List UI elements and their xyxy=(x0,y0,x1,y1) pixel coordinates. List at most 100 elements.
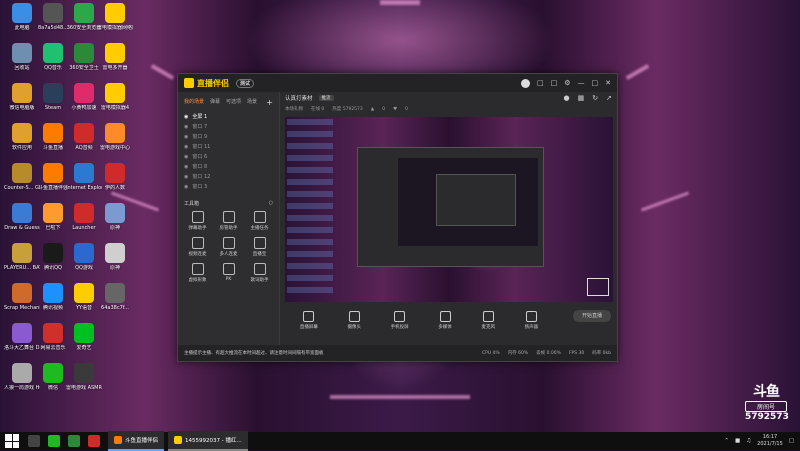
scene-item[interactable]: ◉ 窗口 3 xyxy=(184,182,273,192)
tab-my-scenes[interactable]: 我的场景 xyxy=(184,98,204,107)
volume-icon[interactable]: ♫ xyxy=(746,438,751,444)
refresh-icon[interactable]: ↻ xyxy=(592,94,598,102)
tab-scenes[interactable]: 场景 xyxy=(247,98,257,107)
browser-taskbar-icon[interactable] xyxy=(68,435,80,447)
scene-item[interactable]: ◉ 全屏 1 xyxy=(184,112,273,122)
douyu-companion-window[interactable]: 直播伴侣 测试 □ □ ⚙ — □ ✕ 我的场景 弹幕 可选项 场景 + ◉ 全屏… xyxy=(177,73,618,362)
camera-button[interactable]: 摄像头 xyxy=(347,310,361,330)
start-live-button[interactable]: 开始直播 xyxy=(573,310,611,322)
phone-cast-button[interactable]: 手机投屏 xyxy=(391,310,409,330)
desktop-icon[interactable]: 雷电模拟器4 xyxy=(97,83,133,111)
wechat-taskbar-icon[interactable] xyxy=(48,435,60,447)
stream-preview[interactable] xyxy=(285,117,613,302)
tool-live-treasure[interactable]: 直播宝 xyxy=(244,237,275,257)
taskbar-app-douyu[interactable]: 斗鱼直播伴侣 xyxy=(108,431,165,451)
tool-video-link[interactable]: 视频连麦 xyxy=(182,237,213,257)
app-taskbar-icon[interactable] xyxy=(88,435,100,447)
layout-icon[interactable]: ▦ xyxy=(578,94,585,102)
eye-icon[interactable]: ◉ xyxy=(184,182,188,192)
search-icon[interactable] xyxy=(28,435,40,447)
douyu-room-badge: 斗鱼 房间号 5792573 xyxy=(745,381,789,422)
tool-pk[interactable]: PK xyxy=(213,263,244,283)
title-bar: 直播伴侣 测试 □ □ ⚙ — □ ✕ xyxy=(178,74,617,92)
eye-icon[interactable]: ◉ xyxy=(184,142,188,152)
share-icon[interactable]: ➚ xyxy=(606,94,612,102)
multi-icon xyxy=(105,43,125,63)
microphone-icon xyxy=(482,310,494,322)
desktop-icon[interactable]: 原神 xyxy=(97,203,133,231)
media-button[interactable]: 多媒体 xyxy=(438,310,452,330)
eye-icon[interactable]: ◉ xyxy=(184,122,188,132)
desktop-icon[interactable]: 伊的人数 xyxy=(97,163,133,191)
record-icon[interactable]: ● xyxy=(564,94,570,102)
qq-icon xyxy=(43,243,63,263)
scene-item[interactable]: ◉ 窗口 7 xyxy=(184,122,273,132)
desktop-icon[interactable]: 爱奇艺 xyxy=(66,323,102,351)
status-notice: 主播提示主播、有超大推流在本时间超过、请注意时间间隔有带宽面板 xyxy=(184,351,324,356)
stream-header: 认真打素材 推流 ● ▦ ↻ ➚ xyxy=(280,92,617,104)
stream-tag[interactable]: 推流 xyxy=(318,95,334,101)
scene-item[interactable]: ◉ 窗口 11 xyxy=(184,142,273,152)
close-icon[interactable]: ✕ xyxy=(605,79,611,87)
recycle-bin-icon xyxy=(12,43,32,63)
stream-title[interactable]: 认真打素材 xyxy=(285,94,313,102)
tool-tasks[interactable]: 主播任务 xyxy=(244,211,275,231)
csgo-icon xyxy=(12,163,32,183)
desktop-icon[interactable]: 雷电多开器 xyxy=(97,43,133,71)
clock[interactable]: 16:17 2021/7/15 xyxy=(757,434,783,448)
start-button[interactable] xyxy=(0,432,24,450)
eye-icon[interactable]: ◉ xyxy=(184,152,188,162)
toolbox-settings-icon[interactable]: ○ xyxy=(269,200,273,207)
main-panel: 认真打素材 推流 ● ▦ ↻ ➚ 本场礼物 在线 0 热度 5792573 ▲ 0… xyxy=(280,92,617,345)
minimize-icon[interactable]: — xyxy=(578,79,585,87)
scene-item[interactable]: ◉ 窗口 6 xyxy=(184,152,273,162)
scene-item[interactable]: ◉ 窗口 12 xyxy=(184,172,273,182)
danmu-icon xyxy=(191,211,204,223)
tool-multi-link[interactable]: 多人连麦 xyxy=(213,237,244,257)
wechat-icon xyxy=(43,363,63,383)
qq-game-icon xyxy=(74,243,94,263)
game-icon xyxy=(74,363,94,383)
360-guard-icon xyxy=(74,43,94,63)
app-logo: 直播伴侣 测试 xyxy=(184,78,255,89)
tool-danmu-helper[interactable]: 弹幕助手 xyxy=(182,211,213,231)
tab-options[interactable]: 可选项 xyxy=(226,98,241,107)
tool-room-manager[interactable]: 房管助手 xyxy=(213,211,244,231)
pk-icon xyxy=(222,263,235,275)
system-tray: ⌃ ■ ♫ 16:17 2021/7/15 □ xyxy=(724,434,800,448)
tray-expand-icon[interactable]: ⌃ xyxy=(724,438,729,444)
settings-icon[interactable]: ⚙ xyxy=(564,79,570,87)
tool-lyrics[interactable]: 歌词助手 xyxy=(244,263,275,283)
message-icon[interactable]: □ xyxy=(551,79,558,87)
scene-item[interactable]: ◉ 窗口 9 xyxy=(184,132,273,142)
desktop-icon[interactable]: 雷电游戏中心 xyxy=(97,123,133,151)
room-number: 5792573 xyxy=(745,412,789,422)
eye-icon[interactable]: ◉ xyxy=(184,112,188,122)
human-fall-icon xyxy=(12,363,32,383)
desktop-icon[interactable]: 原神 xyxy=(97,243,133,271)
version-badge[interactable]: 测试 xyxy=(236,78,255,88)
douyu-icon xyxy=(114,436,122,444)
eye-icon[interactable]: ◉ xyxy=(184,172,188,182)
scene-item[interactable]: ◉ 窗口 8 xyxy=(184,162,273,172)
notification-icon[interactable]: □ xyxy=(537,79,544,87)
notification-center-icon[interactable]: □ xyxy=(789,438,794,444)
tab-danmu[interactable]: 弹幕 xyxy=(210,98,220,107)
speaker-button[interactable]: 扬声器 xyxy=(525,310,538,330)
screen-capture-button[interactable]: 直播屏幕 xyxy=(300,310,318,330)
eye-icon[interactable]: ◉ xyxy=(184,132,188,142)
network-icon[interactable]: ■ xyxy=(735,438,740,444)
360-browser-icon xyxy=(74,3,94,23)
taskbar-app-chat[interactable]: 1455992037 - 播红... xyxy=(168,431,248,451)
desktop-icon[interactable]: 64a38c7f... xyxy=(97,283,133,311)
avatar[interactable] xyxy=(520,78,530,88)
maximize-icon[interactable]: □ xyxy=(592,79,599,87)
add-scene-icon[interactable]: + xyxy=(266,98,273,107)
app-title: 直播伴侣 xyxy=(197,78,229,88)
desktop-icon[interactable]: 雷电游戏 ASMR的... xyxy=(66,363,102,391)
launcher-icon xyxy=(74,203,94,223)
tool-avatar[interactable]: 虚拟形象 xyxy=(182,263,213,283)
microphone-button[interactable]: 麦克风 xyxy=(481,310,495,330)
eye-icon[interactable]: ◉ xyxy=(184,162,188,172)
desktop-icon[interactable]: 雷电模拟器网络版 xyxy=(97,3,133,31)
